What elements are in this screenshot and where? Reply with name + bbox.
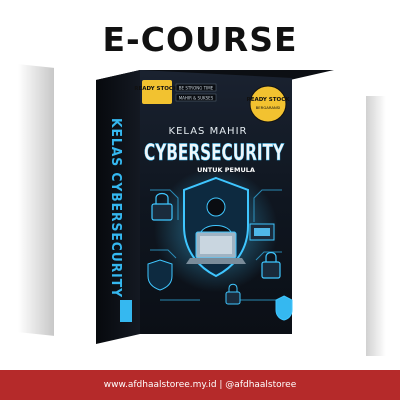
- badge-right-text: READY STOCK: [247, 97, 291, 103]
- product-box: READY STOCK! READY STOCK BERGARANSI BE S…: [0, 0, 400, 400]
- shield-icon-small-left: [147, 259, 173, 291]
- badge-ready-stock-left: [142, 80, 172, 104]
- footer-text: www.afdhaalstoree.my.id | @afdhaalstoree: [103, 380, 297, 390]
- footer-bar: www.afdhaalstoree.my.id | @afdhaalstoree: [0, 370, 400, 400]
- top-line-text: KELAS MAHIR: [169, 126, 248, 137]
- shield-icon-bottom-right: [275, 295, 293, 321]
- tag-small-2-text: MAHIR & SUKSES: [179, 96, 214, 101]
- badge-right-sub: BERGARANSI: [256, 105, 281, 110]
- product-box-illustration: READY STOCK! READY STOCK BERGARANSI BE S…: [96, 70, 334, 344]
- subtitle-text: UNTUK PEMULA: [197, 166, 255, 174]
- monitor-icon: [249, 223, 275, 241]
- spine-accent: [120, 300, 132, 322]
- user-icon: [206, 197, 226, 217]
- badge-left-text: READY STOCK!: [134, 86, 180, 92]
- tag-small-1-text: BE STRONG TIME: [179, 86, 214, 91]
- spine-title-text: KELAS CYBERSECURITY: [108, 118, 123, 298]
- main-title-text: CYBERSECURITY: [144, 141, 285, 166]
